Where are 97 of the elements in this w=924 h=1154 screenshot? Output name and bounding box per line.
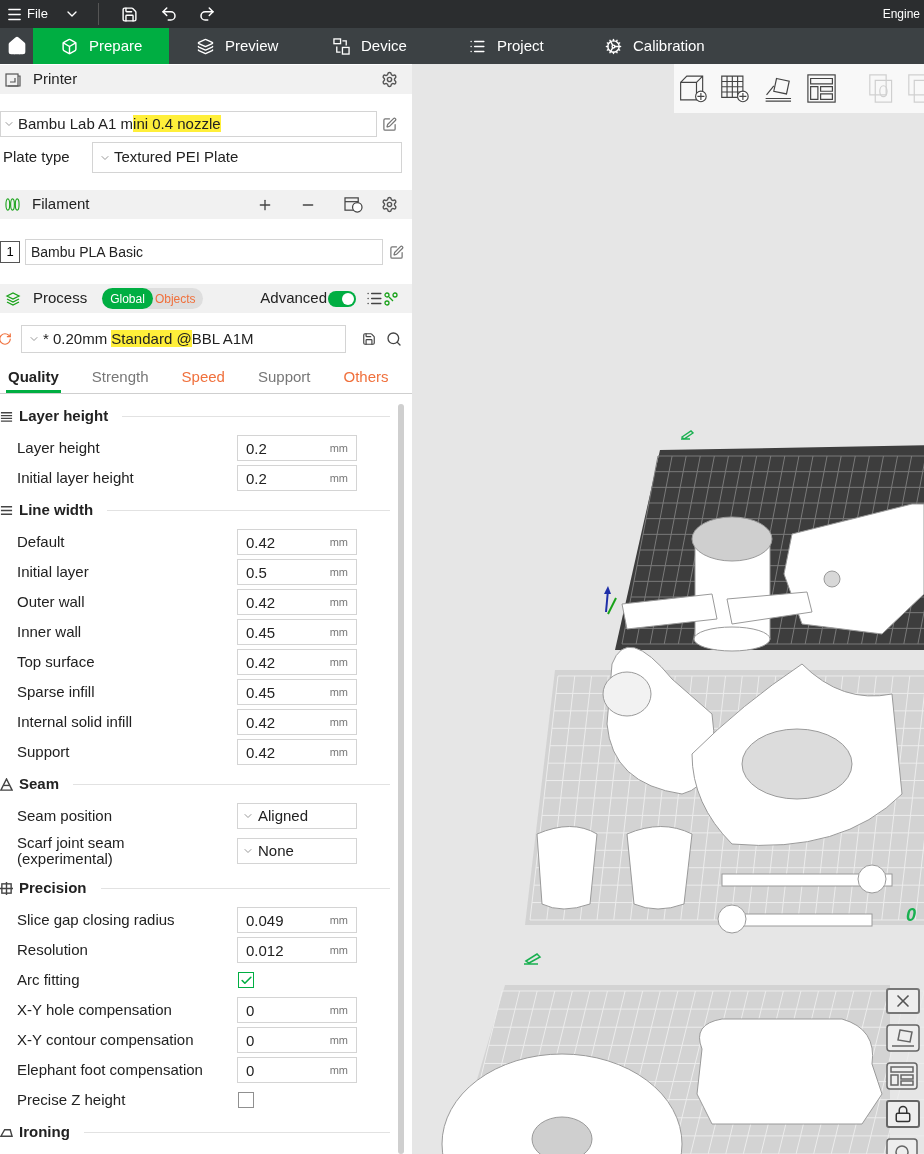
setting-label: Initial layer height (17, 470, 135, 486)
setting-label: Scarf joint seam (experimental) (17, 835, 126, 867)
arrange-icon[interactable] (886, 1062, 918, 1090)
engine-label: Engine (882, 6, 920, 23)
search-icon[interactable] (386, 331, 402, 347)
setting-label: X-Y hole compensation (17, 1002, 173, 1018)
advanced-switch[interactable] (328, 290, 356, 307)
unit-label: mm (329, 686, 348, 698)
section-title: Printer (33, 69, 78, 90)
dropdown[interactable]: Aligned (237, 803, 357, 829)
redo-icon[interactable] (197, 5, 216, 23)
save-icon[interactable] (362, 332, 376, 346)
home-icon (6, 36, 27, 56)
close-icon[interactable] (886, 988, 920, 1014)
unit-label: mm (329, 536, 348, 548)
group-title: Seam (19, 773, 60, 794)
unit-label: mm (329, 472, 348, 484)
setting-label: Top surface (17, 654, 96, 670)
setting-label: X-Y contour compensation (17, 1032, 195, 1048)
setting-label: Seam position (17, 808, 114, 824)
scrollbar[interactable] (398, 404, 404, 1154)
unit-label: mm (329, 1004, 348, 1016)
device-icon (333, 37, 350, 55)
reset-icon[interactable] (0, 332, 12, 346)
cog-icon (605, 37, 622, 55)
layers-icon (197, 37, 214, 55)
setting-label: Elephant foot compensation (17, 1062, 204, 1078)
crosshair-icon (0, 881, 13, 895)
unit-label: mm (329, 656, 348, 668)
process-preset-name: * 0.20mm Standard @BBL A1M (43, 328, 254, 349)
arrange-icon[interactable] (806, 72, 836, 105)
setting-label: Resolution (17, 942, 89, 958)
undo-icon[interactable] (159, 5, 178, 23)
plate-type-dropdown[interactable]: Textured PEI Plate (92, 142, 402, 173)
setting-label: Internal solid infill (17, 714, 134, 730)
setting-label: Arc fitting (17, 972, 81, 988)
check-icon (239, 973, 253, 987)
group-title: Layer height (19, 405, 109, 426)
printer-dropdown[interactable]: Bambu Lab A1 mini 0.4 nozzle (0, 111, 377, 137)
unit-label: mm (329, 716, 348, 728)
unit-label: mm (329, 442, 348, 454)
unit-label: mm (329, 1034, 348, 1046)
unit-label: mm (329, 914, 348, 926)
plate-number: 0 (906, 904, 916, 927)
checkbox[interactable] (238, 1092, 254, 1108)
seam-icon (0, 777, 13, 791)
stacked-lines-icon (0, 409, 13, 423)
unit-label: mm (329, 1064, 348, 1076)
spool-icon (5, 197, 20, 212)
unit-label: mm (329, 596, 348, 608)
main-tab[interactable]: Calibration (577, 28, 713, 64)
group-title: Precision (19, 877, 87, 898)
group-title: Ironing (19, 1121, 70, 1142)
setting-label: Sparse infill (17, 684, 96, 700)
settings-tab[interactable]: Support (255, 365, 313, 393)
edit-icon[interactable] (382, 116, 397, 132)
advanced-label: Advanced (260, 288, 327, 309)
lines-icon (0, 503, 13, 517)
setting-label: Precise Z height (17, 1092, 127, 1108)
setting-label: Initial layer (17, 564, 90, 580)
nodes-icon[interactable] (384, 291, 398, 306)
cube-icon (61, 37, 78, 55)
axis-arrows-icon (604, 586, 617, 615)
setting-label: Default (17, 534, 66, 550)
section-title: Process (33, 288, 88, 309)
settings-tab[interactable]: Strength (89, 365, 151, 393)
filament-dropdown[interactable]: Bambu PLA Basic (25, 239, 383, 265)
setting-label: Outer wall (17, 594, 86, 610)
group-title: Line width (19, 499, 94, 520)
spool-swap-icon[interactable] (344, 196, 363, 213)
lock-icon[interactable] (886, 1100, 920, 1128)
edit-icon[interactable] (389, 244, 404, 260)
layers-icon (5, 291, 21, 306)
save-icon[interactable] (120, 5, 138, 23)
unit-label: mm (329, 944, 348, 956)
main-tab[interactable]: Project (441, 28, 577, 64)
printer-icon (5, 71, 21, 88)
auto-orient-icon[interactable] (886, 1024, 920, 1052)
unit-label: mm (329, 566, 348, 578)
list-icon[interactable] (366, 290, 383, 307)
dropdown[interactable]: None (237, 838, 357, 864)
printer-name: Bambu Lab A1 mini 0.4 nozzle (18, 113, 221, 134)
unit-label: mm (329, 746, 348, 758)
setting-label: Support (17, 744, 71, 760)
unit-label: mm (329, 626, 348, 638)
main-tab[interactable]: Preview (169, 28, 305, 64)
settings-tab[interactable]: Quality (6, 365, 61, 393)
section-title: Filament (32, 194, 90, 215)
main-tab[interactable]: Device (305, 28, 441, 64)
slot-number: 1 (0, 241, 20, 263)
checkbox[interactable] (238, 972, 254, 988)
setting-label: Inner wall (17, 624, 83, 640)
process-dropdown[interactable]: * 0.20mm Standard @BBL A1M (21, 325, 346, 353)
plate-type-label: Plate type (2, 147, 71, 168)
setting-label: Slice gap closing radius (17, 912, 176, 928)
setting-label: Layer height (17, 440, 101, 456)
file-menu-button[interactable]: File (0, 4, 48, 24)
